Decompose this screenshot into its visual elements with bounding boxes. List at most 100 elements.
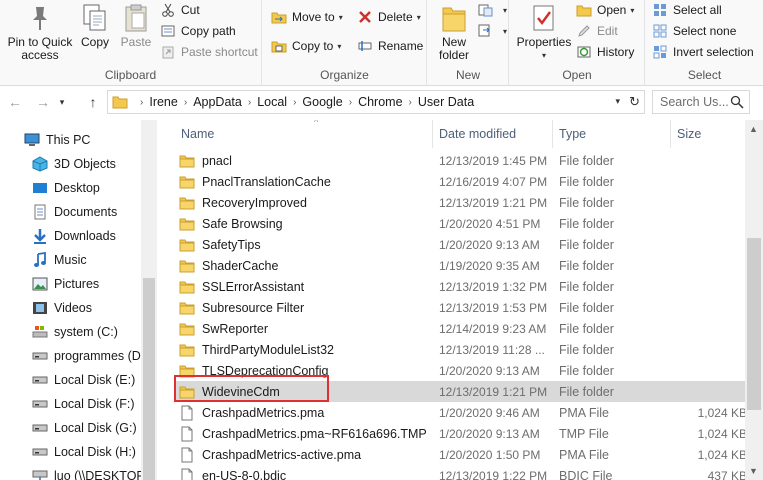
breadcrumb-item[interactable]: Chrome [358, 95, 402, 109]
select-all-button[interactable]: Select all [652, 0, 722, 20]
paste-button[interactable]: Paste [118, 2, 154, 49]
nav-item-desktop[interactable]: Desktop [32, 176, 100, 200]
nav-item-pictures[interactable]: Pictures [32, 272, 99, 296]
forward-button[interactable]: → [34, 93, 52, 111]
file-date: 12/13/2019 1:21 PM [439, 384, 548, 399]
rename-button[interactable]: Rename [357, 36, 423, 56]
scroll-down-arrow-icon[interactable]: ▼ [749, 466, 758, 476]
nav-pane-scrollbar-thumb[interactable] [143, 278, 155, 480]
edit-button[interactable]: Edit [576, 21, 618, 41]
nav-item-documents[interactable]: Documents [32, 200, 117, 224]
scroll-up-arrow-icon[interactable]: ▲ [749, 124, 758, 134]
invert-selection-button[interactable]: Invert selection [652, 42, 754, 62]
nav-pane-scrollbar[interactable] [141, 120, 157, 480]
nav-item-local-disk-h[interactable]: Local Disk (H:) [32, 440, 136, 464]
file-date: 12/13/2019 1:53 PM [439, 300, 548, 315]
file-row[interactable]: en-US-8-0.bdic 12/13/2019 1:22 PM BDIC Fil… [175, 465, 747, 480]
file-date: 1/20/2020 9:13 AM [439, 237, 540, 252]
select-group-label: Select [687, 68, 722, 82]
nav-item-system-c[interactable]: system (C:) [32, 320, 118, 344]
edit-label: Edit [597, 24, 618, 38]
nav-item-local-disk-f[interactable]: Local Disk (F:) [32, 392, 135, 416]
new-item-button[interactable]: ▾ [478, 0, 507, 20]
open-folder-icon [576, 2, 592, 18]
nav-item-label: Pictures [54, 277, 100, 291]
nav-item-music[interactable]: Music [32, 248, 87, 272]
refresh-icon[interactable]: ↻ [629, 94, 640, 110]
nav-item-label: This PC [46, 133, 91, 147]
nav-item-downloads[interactable]: Downloads [32, 224, 116, 248]
breadcrumb-item[interactable]: AppData [193, 95, 242, 109]
open-button[interactable]: Open ▾ [576, 0, 634, 20]
file-row[interactable]: Safe Browsing 1/20/2020 4:51 PM File folde… [175, 213, 745, 234]
properties-button[interactable]: Properties ▾ [516, 2, 572, 62]
nav-item-local-disk-g[interactable]: Local Disk (G:) [32, 416, 137, 440]
file-row[interactable]: SwReporter 12/14/2019 9:23 AM File folder [175, 318, 745, 339]
column-header-date[interactable]: Date modified [433, 120, 553, 148]
new-folder-button[interactable]: New folder [434, 2, 474, 62]
file-list-scrollbar-thumb[interactable] [747, 238, 761, 410]
move-to-button[interactable]: Move to ▾ [271, 7, 343, 27]
search-input[interactable]: Search Us... [652, 90, 750, 114]
breadcrumb-item[interactable]: Local [257, 95, 287, 109]
back-button[interactable]: ← [6, 93, 24, 111]
file-name: PnaclTranslationCache [202, 174, 331, 189]
breadcrumb-item[interactable]: User Data [418, 95, 474, 109]
address-history-chevron-down-icon[interactable]: ▾ [615, 96, 620, 107]
nav-item-programmes-d[interactable]: programmes (D: [32, 344, 144, 368]
file-type: File folder [559, 153, 614, 168]
file-row[interactable]: ShaderCache 1/19/2020 9:35 AM File folder [175, 255, 745, 276]
copy-button[interactable]: Copy [78, 2, 112, 49]
up-button[interactable]: ↑ [84, 93, 102, 111]
file-date: 1/20/2020 9:13 AM [439, 363, 540, 378]
delete-button[interactable]: Delete ▾ [357, 7, 421, 27]
easy-access-button[interactable]: ▾ [478, 21, 507, 41]
organize-group-label: Organize [320, 68, 369, 82]
easy-access-chevron-down-icon: ▾ [503, 26, 508, 36]
breadcrumb-item[interactable]: Irene [149, 95, 178, 109]
copy-to-button[interactable]: Copy to ▾ [271, 36, 341, 56]
file-name: pnacl [202, 153, 232, 168]
nav-item-network-luo[interactable]: luo (\\DESKTOP- [32, 464, 149, 480]
file-row[interactable]: SafetyTips 1/20/2020 9:13 AM File folder [175, 234, 745, 255]
file-row[interactable]: SSLErrorAssistant 12/13/2019 1:32 PM File … [175, 276, 745, 297]
file-name: CrashpadMetrics.pma [202, 405, 325, 420]
cut-button[interactable]: Cut [160, 0, 200, 20]
history-label: History [597, 45, 635, 59]
file-row[interactable]: Subresource Filter 12/13/2019 1:53 PM File… [175, 297, 745, 318]
address-folder-icon [112, 95, 128, 109]
recent-locations-button[interactable]: ▾ [56, 93, 68, 111]
file-row[interactable]: RecoveryImproved 12/13/2019 1:21 PM File f… [175, 192, 745, 213]
file-row[interactable]: PnaclTranslationCache 12/16/2019 4:07 PM F… [175, 171, 745, 192]
breadcrumb-separator: › [247, 96, 252, 108]
breadcrumb-item[interactable]: Google [302, 95, 342, 109]
select-none-button[interactable]: Select none [652, 21, 736, 41]
pin-to-quick-access-button[interactable]: Pin to Quick access [4, 2, 76, 62]
file-list-scrollbar[interactable]: ▲ ▼ [745, 120, 763, 480]
address-bar[interactable]: › Irene › AppData › Local › Google › Chr… [107, 90, 645, 114]
nav-item-this-pc[interactable]: This PC [24, 128, 90, 152]
copy-path-label: Copy path [181, 24, 236, 38]
open-label: Open [597, 3, 627, 17]
file-row[interactable]: pnacl 12/13/2019 1:45 PM File folder [175, 150, 745, 171]
nav-item-local-disk-e[interactable]: Local Disk (E:) [32, 368, 135, 392]
paste-label: Paste [120, 35, 152, 49]
column-header-size[interactable]: Size [671, 120, 751, 148]
paste-shortcut-button[interactable]: Paste shortcut [160, 42, 258, 62]
file-row[interactable]: CrashpadMetrics-active.pma 1/20/2020 1:50… [175, 444, 747, 465]
nav-item-3d-objects[interactable]: 3D Objects [32, 152, 116, 176]
nav-item-label: system (C:) [54, 325, 118, 339]
file-date: 1/19/2020 9:35 AM [439, 258, 540, 273]
copy-path-button[interactable]: Copy path [160, 21, 236, 41]
select-none-icon [652, 23, 668, 39]
rename-label: Rename [378, 39, 424, 53]
file-row[interactable]: CrashpadMetrics.pma 1/20/2020 9:46 AM PMA … [175, 402, 747, 423]
file-name: Safe Browsing [202, 216, 283, 231]
column-header-type[interactable]: Type [553, 120, 671, 148]
nav-item-videos[interactable]: Videos [32, 296, 92, 320]
file-row[interactable]: CrashpadMetrics.pma~RF616a696.TMP 1/20/20… [175, 423, 747, 444]
history-button[interactable]: History [576, 42, 634, 62]
file-size: 1,024 KB [697, 447, 747, 462]
column-header-name[interactable]: Name ^ [175, 120, 433, 148]
file-row[interactable]: ThirdPartyModuleList32 12/13/2019 11:28 .… [175, 339, 745, 360]
